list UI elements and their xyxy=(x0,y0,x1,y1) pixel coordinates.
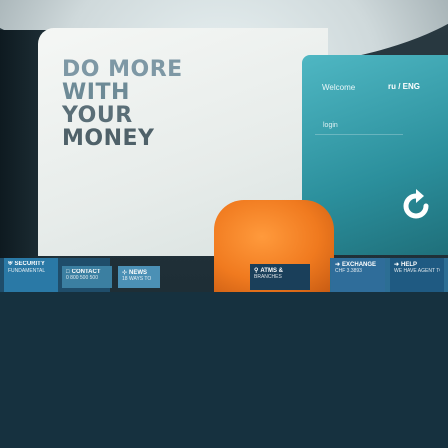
help-tile-label: ➜ HELP xyxy=(394,262,418,268)
help-tile[interactable]: ➜HELP WE HAVE AGENT TO HELP YOU xyxy=(390,258,444,292)
empty-background-area xyxy=(0,292,448,448)
headline-line-3: YOUR xyxy=(62,103,133,128)
exchange-tile-label: ➜ EXCHANGE xyxy=(335,262,377,268)
exchange-tile-sub: CHF 3.3893 xyxy=(335,268,362,274)
security-tile-label: ⛨ SECURITY xyxy=(8,261,45,267)
atms-tile-sub: BRANCHES xyxy=(254,274,282,280)
banking-homepage-screen: DO MORE WITH YOUR MONEY Welcome ru / ENG… xyxy=(0,0,448,292)
news-tile[interactable]: ⊹ NEWS 18 WAYS TO xyxy=(118,266,160,288)
help-tile-sub: WE HAVE AGENT TO HELP YOU xyxy=(394,268,440,274)
hero-headline: DO MORE WITH YOUR MONEY xyxy=(62,58,183,150)
atms-branches-tile[interactable]: ⚲ ATMS & BRANCHES xyxy=(250,264,310,290)
exchange-tile[interactable]: ➜ EXCHANGE CHF 3.3893 xyxy=(331,258,385,292)
security-tile[interactable]: ⛨ SECURITY FUNDAMENTAL xyxy=(4,258,58,292)
headline-line-2: WITH xyxy=(62,80,130,105)
contact-tile[interactable]: □ CONTACT 0 800 500 500 xyxy=(62,266,112,288)
contact-tile-sub: 0 800 500 500 xyxy=(66,275,98,281)
shield-icon: ⛨ xyxy=(8,261,13,267)
language-switcher[interactable]: ru / ENG xyxy=(388,82,420,91)
refresh-arrow-icon[interactable] xyxy=(396,186,436,226)
headline-line-4: MONEY xyxy=(62,126,155,151)
login-link[interactable]: login xyxy=(315,118,403,135)
welcome-text: Welcome xyxy=(322,83,356,92)
security-tile-sub: FUNDAMENTAL xyxy=(8,268,46,274)
news-tile-sub: 18 WAYS TO xyxy=(122,276,152,282)
headline-line-1: DO MORE xyxy=(62,57,183,82)
atms-tile-label: ⚲ ATMS & xyxy=(254,268,283,274)
news-tile-label: ⊹ NEWS xyxy=(122,270,148,276)
